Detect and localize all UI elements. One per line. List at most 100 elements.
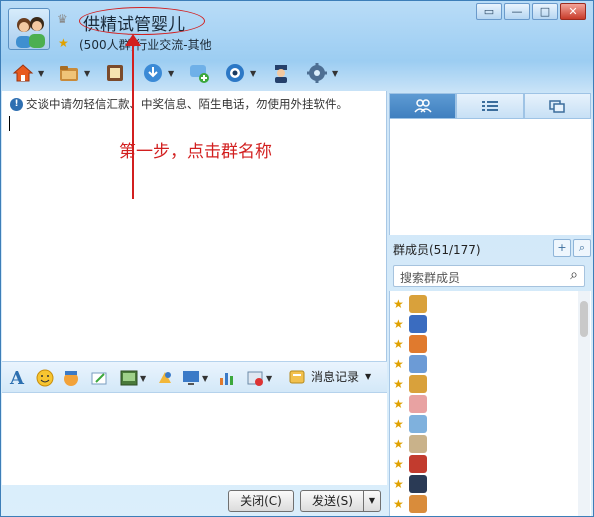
history-icon — [289, 370, 305, 383]
avatar — [409, 395, 427, 413]
tab-list[interactable] — [456, 93, 524, 119]
chat-history-area[interactable]: ! 交谈中请勿轻信汇款、中奖信息、陌生电话，勿使用外挂软件。 — [2, 91, 387, 361]
smiley-icon — [36, 369, 54, 387]
avatar — [409, 295, 427, 313]
search-icon: ⌕ — [578, 241, 586, 254]
screen-capture-button[interactable]: ▼ — [182, 368, 208, 388]
member-search-field[interactable]: 搜索群成员 ⌕ — [393, 265, 585, 287]
list-item[interactable]: ★ — [393, 355, 427, 373]
annotation-line — [132, 39, 134, 199]
scrollbar-thumb[interactable] — [580, 301, 588, 337]
more-button[interactable]: ▼ — [246, 368, 272, 388]
annotation-arrow-icon — [125, 34, 141, 46]
list-item[interactable]: ★ — [393, 475, 427, 493]
handwrite-button[interactable] — [90, 368, 108, 388]
crown-icon: ♛ — [57, 12, 68, 26]
folder-button[interactable]: ▼ — [57, 59, 90, 87]
side-panel-content — [389, 119, 591, 235]
chat-window: ♛ 供精试管婴儿 ★ (500人群)行业交流-其他 ▭ — □ ✕ ▼ ▼ ▼ — [0, 0, 594, 517]
share-icon — [141, 61, 165, 85]
tab-members[interactable] — [389, 93, 457, 119]
restore-button[interactable]: ▭ — [476, 3, 502, 20]
emoji-button[interactable] — [36, 368, 54, 388]
list-item[interactable]: ★ — [393, 295, 427, 313]
font-icon: A — [10, 367, 24, 389]
camera-button[interactable]: ▼ — [223, 59, 256, 87]
list-item[interactable]: ★ — [393, 315, 427, 333]
safety-notice-text: 交谈中请勿轻信汇款、中奖信息、陌生电话，勿使用外挂软件。 — [26, 97, 348, 111]
message-input[interactable] — [2, 393, 387, 485]
shake-icon — [159, 372, 171, 383]
format-toolbar: A ▼ ▼ ▼ 消息记录 ▼ — [2, 361, 387, 393]
avatar — [409, 375, 427, 393]
member-list[interactable]: ★ ★ ★ ★ ★ ★ ★ ★ ★ ★ ★ — [389, 291, 591, 516]
admin-button[interactable] — [269, 59, 293, 87]
chat-add-button[interactable] — [187, 59, 211, 87]
member-search-button[interactable]: ⌕ — [573, 239, 591, 257]
star-icon: ★ — [393, 457, 404, 471]
star-icon: ★ — [393, 317, 404, 331]
list-item[interactable]: ★ — [393, 395, 427, 413]
list-item[interactable]: ★ — [393, 435, 427, 453]
side-panel-tabs — [389, 93, 591, 119]
avatar — [409, 455, 427, 473]
list-item[interactable]: ★ — [393, 455, 427, 473]
share-button[interactable]: ▼ — [141, 59, 174, 87]
annotation-text: 第一步，点击群名称 — [119, 142, 272, 162]
star-icon: ★ — [393, 497, 404, 511]
bottom-bar: 关闭(C) 发送(S) ▼ — [2, 485, 387, 516]
screen-icon — [183, 371, 199, 385]
folder-icon — [57, 61, 81, 85]
list-item[interactable]: ★ — [393, 495, 427, 513]
chevron-down-icon: ▼ — [365, 372, 372, 381]
camera-icon — [223, 61, 247, 85]
maximize-button[interactable]: □ — [532, 3, 558, 20]
close-button[interactable]: ✕ — [560, 3, 586, 20]
album-button[interactable] — [103, 59, 127, 87]
tab-windows[interactable] — [523, 93, 591, 119]
add-member-button[interactable]: + — [553, 239, 571, 257]
chevron-down-icon: ▼ — [368, 496, 376, 505]
list-item[interactable]: ★ — [393, 415, 427, 433]
add-user-icon: + — [557, 241, 567, 254]
more-icon — [247, 371, 263, 386]
users-icon — [414, 99, 432, 113]
home-button[interactable]: ▼ — [11, 59, 44, 87]
member-count: 群成员(51/177) — [393, 243, 481, 257]
chart-button[interactable] — [218, 368, 236, 388]
send-options-button[interactable]: ▼ — [363, 490, 381, 512]
close-chat-button[interactable]: 关闭(C) — [228, 490, 294, 512]
magic-emoji-button[interactable] — [62, 368, 80, 388]
minimize-button[interactable]: — — [504, 3, 530, 20]
admin-icon — [269, 61, 293, 85]
list-item[interactable]: ★ — [393, 375, 427, 393]
avatar — [409, 435, 427, 453]
avatar — [409, 475, 427, 493]
star-icon: ★ — [393, 477, 404, 491]
list-item[interactable]: ★ — [393, 335, 427, 353]
settings-button[interactable]: ▼ — [305, 59, 338, 87]
font-button[interactable]: A — [10, 367, 24, 389]
home-icon — [11, 61, 35, 85]
avatar — [409, 415, 427, 433]
message-history-button[interactable]: 消息记录 ▼ — [289, 368, 371, 385]
shake-button[interactable] — [156, 368, 174, 388]
star-icon: ★ — [393, 337, 404, 351]
send-button[interactable]: 发送(S) — [300, 490, 364, 512]
avatar — [409, 495, 427, 513]
star-icon: ★ — [58, 36, 69, 50]
gear-icon — [305, 61, 329, 85]
avatar — [409, 335, 427, 353]
safety-notice: ! 交谈中请勿轻信汇款、中奖信息、陌生电话，勿使用外挂软件。 — [10, 96, 348, 112]
album-icon — [103, 61, 127, 85]
group-avatar[interactable] — [8, 8, 50, 50]
chat-add-icon — [187, 61, 211, 85]
image-button[interactable]: ▼ — [120, 368, 146, 388]
group-info: (500人群)行业交流-其他 — [79, 38, 212, 52]
star-icon: ★ — [393, 397, 404, 411]
avatar — [409, 355, 427, 373]
annotation-oval — [79, 7, 205, 35]
text-cursor — [9, 116, 10, 131]
bar-chart-icon — [220, 373, 233, 385]
star-icon: ★ — [393, 377, 404, 391]
